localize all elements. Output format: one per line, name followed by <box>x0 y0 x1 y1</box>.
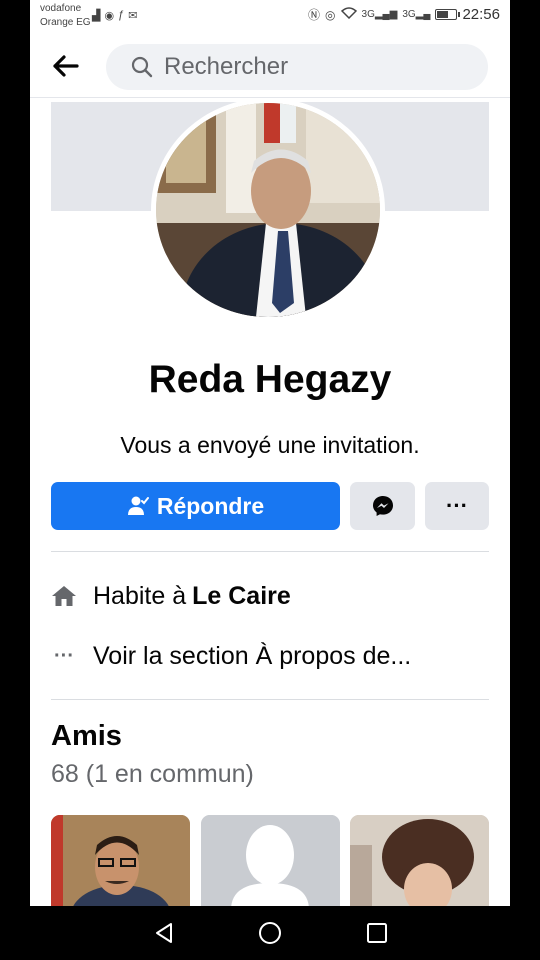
profile-photo-image <box>156 103 380 317</box>
signal-icon-2: 3G▂▄ <box>402 9 431 20</box>
nav-back-button[interactable] <box>152 920 178 946</box>
activity-icon: ▟ <box>92 10 101 22</box>
friend-photo[interactable] <box>350 815 489 910</box>
circle-home-icon <box>259 922 281 944</box>
top-search-bar <box>30 34 510 98</box>
lives-in-row: Habite à Le Caire <box>51 576 489 616</box>
friend-photo-image <box>51 815 190 910</box>
friends-count: 68 (1 en commun) <box>51 760 254 788</box>
friend-photo-image <box>350 815 489 910</box>
lives-in-city[interactable]: Le Caire <box>192 582 291 611</box>
respond-label: Répondre <box>156 492 265 519</box>
friends-title: Amis <box>51 720 122 752</box>
signal-label-2: 3G <box>402 9 416 20</box>
signal-label-1: 3G <box>361 9 375 20</box>
back-arrow-icon <box>53 55 79 77</box>
clock: 22:56 <box>462 6 500 23</box>
more-options-label: ··· <box>446 493 468 518</box>
square-recents-icon <box>367 923 387 943</box>
search-input[interactable] <box>164 53 464 81</box>
search-icon <box>131 56 153 78</box>
battery-level <box>437 11 448 18</box>
wifi-icon <box>340 7 357 22</box>
messenger-icon <box>372 496 393 516</box>
see-about-row[interactable]: ··· Voir la section À propos de... <box>51 636 489 676</box>
system-icons: Ⓝ ◎ 3G▂▄▆ 3G▂▄ 22:56 <box>308 6 500 23</box>
nav-recents-button[interactable] <box>364 920 390 946</box>
battery-icon <box>435 9 461 20</box>
section-divider <box>51 551 489 552</box>
sync-icon: ◉ <box>104 10 115 22</box>
eye-comfort-icon: ◎ <box>325 7 336 22</box>
lives-in-prefix: Habite à <box>93 581 187 610</box>
nav-home-button[interactable] <box>257 920 283 946</box>
signal-icon-1: 3G▂▄▆ <box>361 9 398 20</box>
carrier-name-1: vodafone <box>40 3 82 14</box>
friend-photo[interactable] <box>51 815 190 910</box>
status-bar: vodafone Orange EG ▟ ◉ ƒ ✉ Ⓝ ◎ 3G▂▄▆ 3G▂… <box>30 0 510 34</box>
triangle-back-icon <box>156 923 172 943</box>
facebook-notification-icon: ƒ <box>118 9 125 21</box>
messenger-button[interactable] <box>350 482 415 530</box>
phone-screen: vodafone Orange EG ▟ ◉ ƒ ✉ Ⓝ ◎ 3G▂▄▆ 3G▂… <box>30 0 510 960</box>
notification-icons: ▟ ◉ ƒ ✉ <box>92 9 137 22</box>
home-icon <box>51 583 77 609</box>
action-buttons: Répondre ··· <box>51 482 489 530</box>
see-about-link[interactable]: Voir la section À propos de... <box>93 642 411 671</box>
section-divider <box>51 699 489 700</box>
search-field[interactable] <box>106 44 488 90</box>
friend-photo[interactable] <box>201 815 340 910</box>
person-check-icon <box>127 496 149 515</box>
message-icon: ✉ <box>128 10 138 22</box>
system-navigation-bar <box>0 906 540 960</box>
invitation-text: Vous a envoyé une invitation. <box>120 432 420 458</box>
more-dots-icon: ··· <box>54 644 74 667</box>
carrier-name-2: Orange EG <box>40 17 91 28</box>
default-avatar-icon <box>201 815 340 910</box>
profile-picture[interactable] <box>151 98 385 322</box>
more-options-button[interactable]: ··· <box>425 482 489 530</box>
nfc-icon: Ⓝ <box>308 8 321 22</box>
back-button[interactable] <box>52 54 80 78</box>
respond-button[interactable]: Répondre <box>51 482 340 530</box>
profile-name: Reda Hegazy <box>148 358 392 401</box>
carrier-info: vodafone Orange EG <box>40 2 91 30</box>
